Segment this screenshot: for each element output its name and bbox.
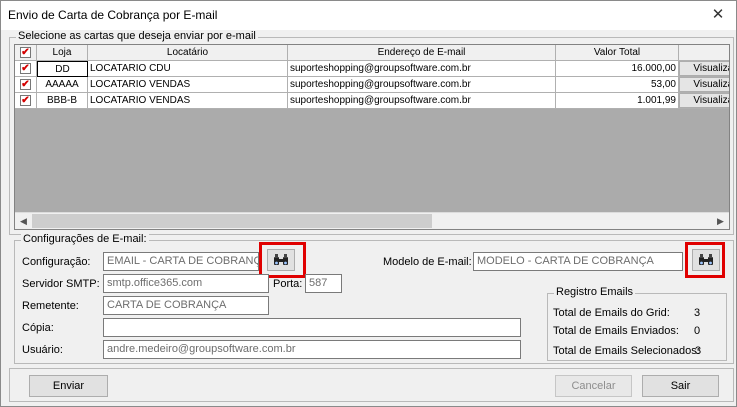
header-action <box>679 45 729 61</box>
cell-action: Visualizar <box>679 61 729 77</box>
cell-action: Visualizar <box>679 77 729 93</box>
table-row[interactable]: ✔ DD LOCATARIO CDU suporteshopping@group… <box>15 61 729 77</box>
header-loja[interactable]: Loja <box>37 45 88 61</box>
config-group-title: Configurações de E-mail: <box>21 233 149 245</box>
copia-field[interactable] <box>103 318 521 337</box>
configuracao-field[interactable]: EMAIL - CARTA DE COBRANÇA <box>103 252 259 271</box>
total-grid-value: 3 <box>694 307 701 319</box>
cell-email[interactable]: suporteshopping@groupsoftware.com.br <box>288 93 556 109</box>
cell-loja[interactable]: BBB-B <box>37 93 88 109</box>
highlight-box <box>259 242 306 278</box>
sair-button[interactable]: Sair <box>642 375 719 397</box>
table-row[interactable]: ✔ BBB-B LOCATARIO VENDAS suporteshopping… <box>15 93 729 109</box>
close-icon[interactable]: ✕ <box>706 4 730 26</box>
horizontal-scrollbar[interactable]: ◀ ▶ <box>15 212 729 229</box>
header-valor[interactable]: Valor Total <box>556 45 679 61</box>
total-selecionados-value: 3 <box>695 345 702 357</box>
header-email[interactable]: Endereço de E-mail <box>288 45 556 61</box>
scroll-left-icon[interactable]: ◀ <box>15 213 32 229</box>
dialog-window: Envio de Carta de Cobrança por E-mail ✕ … <box>0 0 737 407</box>
smtp-field[interactable]: smtp.office365.com <box>103 274 269 293</box>
cell-valor[interactable]: 16.000,00 <box>556 61 679 77</box>
check-icon[interactable]: ✔ <box>20 63 31 74</box>
cell-loja[interactable]: AAAAA <box>37 77 88 93</box>
cell-locatario[interactable]: LOCATARIO VENDAS <box>88 77 288 93</box>
table-row[interactable]: ✔ AAAAA LOCATARIO VENDAS suporteshopping… <box>15 77 729 93</box>
cell-locatario[interactable]: LOCATARIO CDU <box>88 61 288 77</box>
cell-email[interactable]: suporteshopping@groupsoftware.com.br <box>288 61 556 77</box>
cell-valor[interactable]: 53,00 <box>556 77 679 93</box>
total-selecionados-label: Total de Emails Selecionados: <box>553 345 700 357</box>
registro-group-title: Registro Emails <box>554 286 636 298</box>
remetente-field[interactable]: CARTA DE COBRANÇA <box>103 296 269 315</box>
cell-email[interactable]: suporteshopping@groupsoftware.com.br <box>288 77 556 93</box>
window-title: Envio de Carta de Cobrança por E-mail <box>8 8 218 22</box>
cell-valor[interactable]: 1.001,99 <box>556 93 679 109</box>
visualizar-button[interactable]: Visualizar <box>679 77 729 92</box>
remetente-label: Remetente: <box>22 300 79 312</box>
scroll-right-icon[interactable]: ▶ <box>712 213 729 229</box>
total-enviados-value: 0 <box>694 325 701 337</box>
total-grid-label: Total de Emails do Grid: <box>553 307 670 319</box>
modelo-label: Modelo de E-mail: <box>383 256 472 268</box>
check-icon[interactable]: ✔ <box>20 79 31 90</box>
scroll-thumb[interactable] <box>32 214 432 228</box>
title-bar: Envio de Carta de Cobrança por E-mail ✕ <box>1 1 736 30</box>
row-check[interactable]: ✔ <box>15 61 37 77</box>
total-enviados-label: Total de Emails Enviados: <box>553 325 679 337</box>
visualizar-button[interactable]: Visualizar <box>679 93 729 108</box>
row-check[interactable]: ✔ <box>15 93 37 109</box>
porta-label: Porta: <box>273 278 303 290</box>
smtp-label: Servidor SMTP: <box>22 278 100 290</box>
enviar-button[interactable]: Enviar <box>29 375 108 397</box>
cell-action: Visualizar <box>679 93 729 109</box>
check-icon[interactable]: ✔ <box>20 95 31 106</box>
row-check[interactable]: ✔ <box>15 77 37 93</box>
cell-locatario[interactable]: LOCATARIO VENDAS <box>88 93 288 109</box>
visualizar-button[interactable]: Visualizar <box>679 61 729 76</box>
cancelar-button[interactable]: Cancelar <box>555 375 632 397</box>
grid-group-title: Selecione as cartas que deseja enviar po… <box>16 30 258 42</box>
usuario-field[interactable]: andre.medeiro@groupsoftware.com.br <box>103 340 521 359</box>
usuario-label: Usuário: <box>22 344 63 356</box>
grid-header: ✔ Loja Locatário Endereço de E-mail Valo… <box>15 45 729 61</box>
copia-label: Cópia: <box>22 322 54 334</box>
porta-field[interactable]: 587 <box>305 274 342 293</box>
cell-loja[interactable]: DD <box>37 61 88 77</box>
header-locatario[interactable]: Locatário <box>88 45 288 61</box>
modelo-field[interactable]: MODELO - CARTA DE COBRANÇA <box>473 252 683 271</box>
configuracao-label: Configuração: <box>22 256 91 268</box>
cartas-grid[interactable]: ✔ Loja Locatário Endereço de E-mail Valo… <box>14 44 730 230</box>
highlight-box <box>685 242 725 278</box>
header-check-icon[interactable]: ✔ <box>20 47 31 58</box>
header-check[interactable]: ✔ <box>15 45 37 61</box>
